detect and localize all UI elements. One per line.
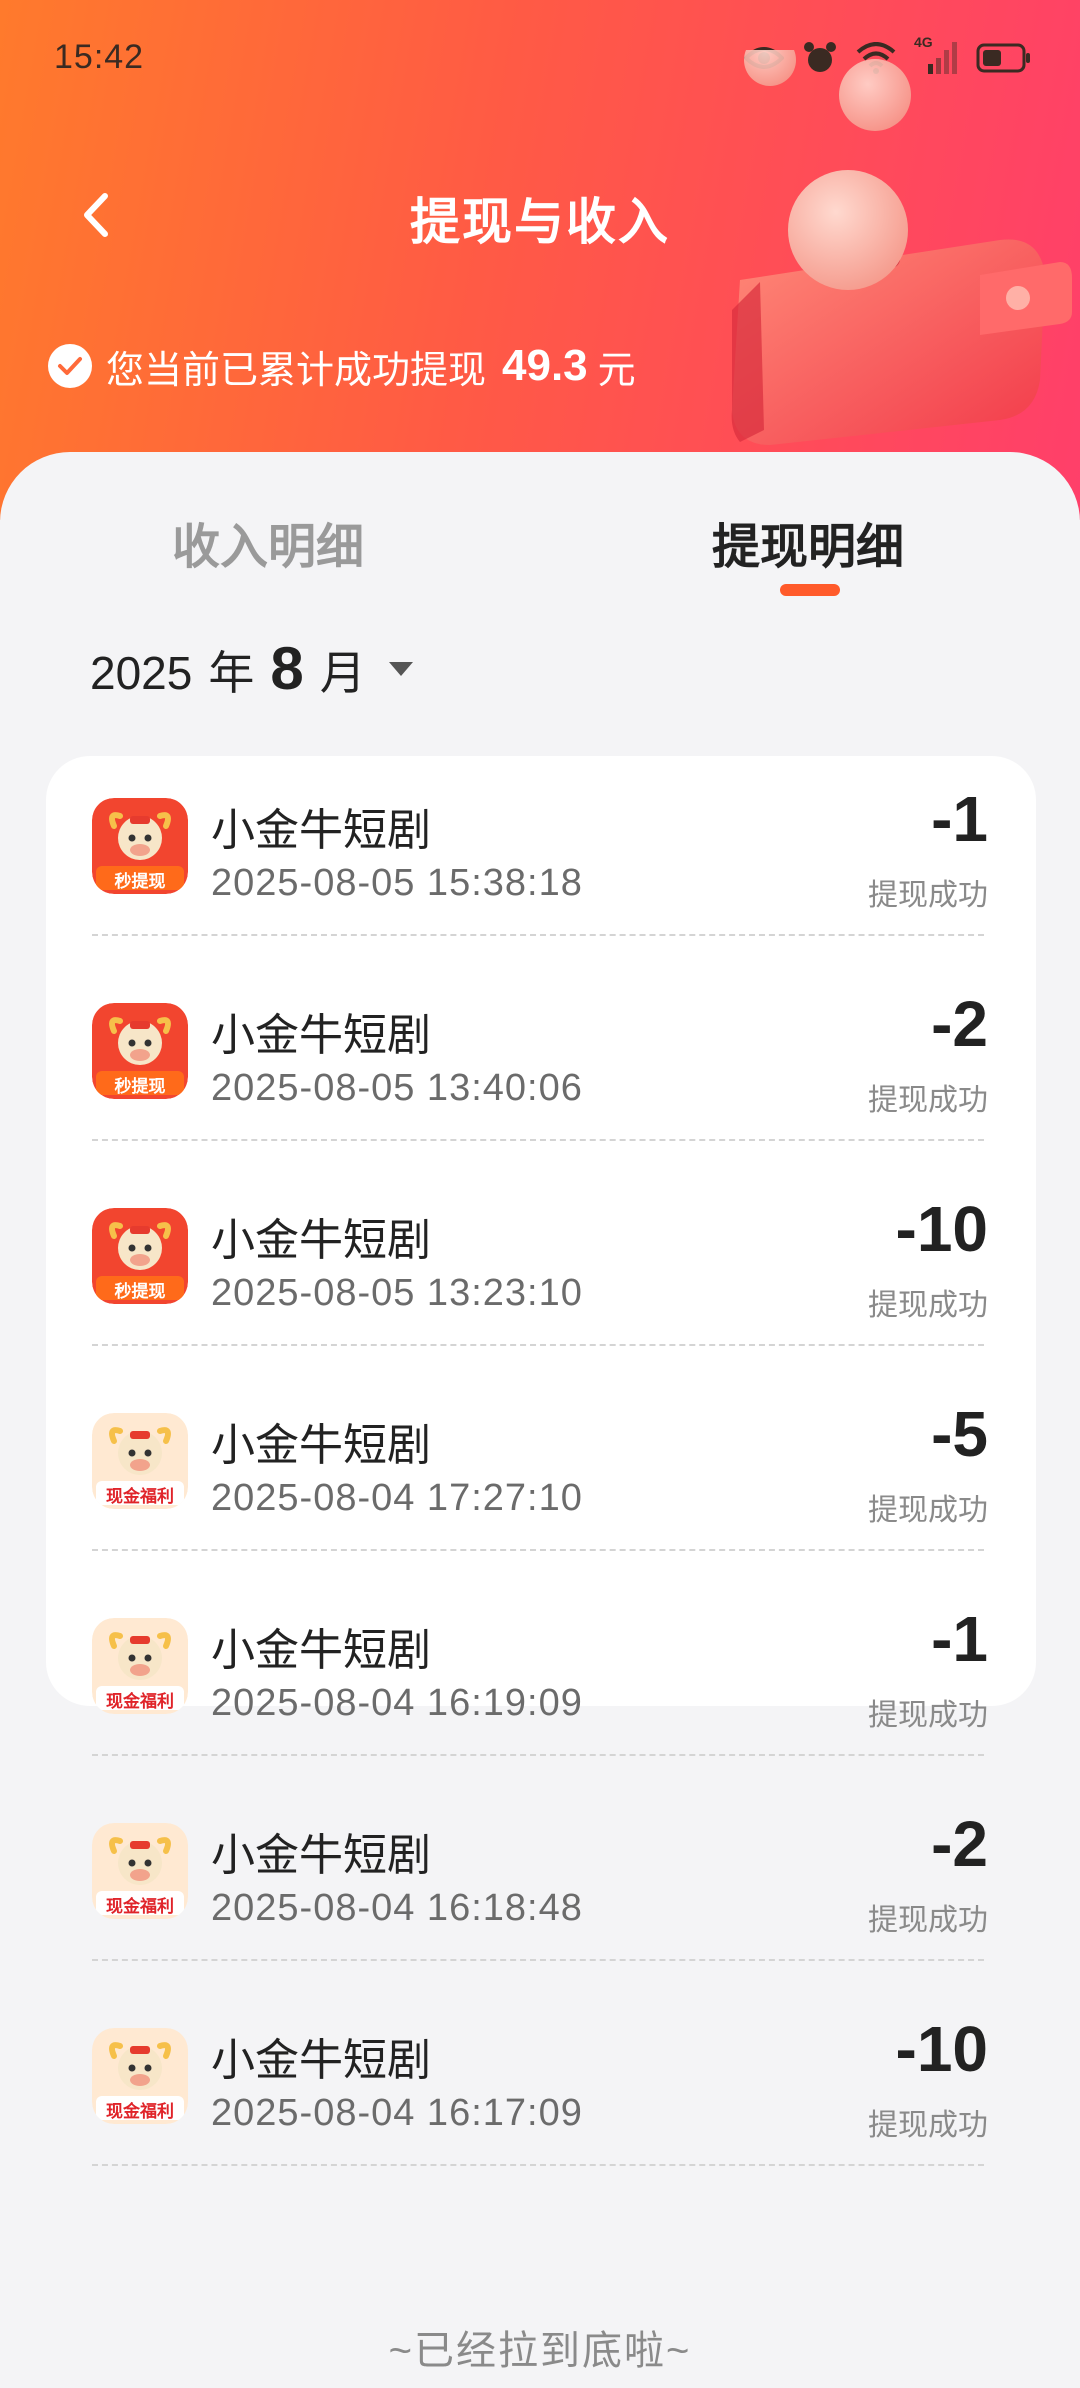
withdraw-summary: 您当前已累计成功提现 49.3 元 [48, 336, 636, 396]
divider [92, 2164, 984, 2166]
record-status: 提现成功 [868, 2109, 988, 2142]
status-time: 15:42 [54, 38, 145, 76]
record-amount: -2 [931, 988, 988, 1060]
app-logo-icon: 现金福利 [92, 2028, 188, 2124]
record-time: 2025-08-05 13:40:06 [211, 1067, 583, 1109]
summary-unit: 元 [597, 349, 636, 392]
record-status: 提现成功 [868, 1084, 988, 1117]
record-amount: -10 [895, 1193, 989, 1265]
divider [92, 934, 984, 936]
tab-withdraw-detail[interactable]: 提现明细 [712, 507, 904, 577]
record-status: 提现成功 [868, 1289, 988, 1322]
record-app-name: 小金牛短剧 [211, 1216, 431, 1265]
record-app-name: 小金牛短剧 [211, 1011, 431, 1060]
list-item[interactable]: 秒提现 小金牛短剧 2025-08-05 13:40:06 -2 提现成功 [46, 961, 1036, 1166]
record-status: 提现成功 [868, 879, 988, 912]
caret-down-icon [388, 661, 413, 676]
app-logo-icon: 秒提现 [92, 1208, 188, 1304]
record-time: 2025-08-04 16:19:09 [211, 1682, 583, 1724]
app-logo-badge-text: 秒提现 [114, 1077, 166, 1096]
list-item[interactable]: 秒提现 小金牛短剧 2025-08-05 13:23:10 -10 提现成功 [46, 1166, 1036, 1371]
record-status: 提现成功 [868, 1494, 988, 1527]
list-item[interactable]: 现金福利 小金牛短剧 2025-08-04 16:19:09 -1 提现成功 [46, 1576, 1036, 1781]
record-status: 提现成功 [868, 1904, 988, 1937]
summary-amount: 49.3 [502, 341, 588, 390]
record-amount: -1 [931, 1603, 988, 1675]
record-amount: -2 [931, 1808, 988, 1880]
list-item[interactable]: 现金福利 小金牛短剧 2025-08-04 16:17:09 -10 提现成功 [46, 1986, 1036, 2191]
record-time: 2025-08-04 16:17:09 [211, 2092, 583, 2134]
end-of-list-text: ~已经拉到底啦~ [388, 2329, 692, 2373]
record-time: 2025-08-05 13:23:10 [211, 1272, 583, 1314]
summary-text: 您当前已累计成功提现 [106, 349, 487, 392]
record-app-name: 小金牛短剧 [211, 806, 431, 855]
record-app-name: 小金牛短剧 [211, 2036, 431, 2085]
month-picker-month: 8 [270, 635, 304, 702]
divider [92, 1139, 984, 1141]
app-logo-icon: 现金福利 [92, 1618, 188, 1714]
app-logo-icon: 秒提现 [92, 1003, 188, 1099]
record-status: 提现成功 [868, 1699, 988, 1732]
header: 15:42 4G 提现与收入 您当前已累计成功提现 49.3 元 [0, 0, 1080, 520]
month-picker[interactable]: 2025 年 8 月 [90, 634, 414, 703]
divider [92, 1959, 984, 1961]
divider [92, 1754, 984, 1756]
app-logo-badge-text: 现金福利 [106, 1487, 174, 1506]
month-picker-year: 2025 [90, 647, 193, 699]
app-logo-badge-text: 现金福利 [106, 1897, 174, 1916]
app-logo-badge-text: 秒提现 [114, 1282, 166, 1301]
record-amount: -10 [895, 2013, 989, 2085]
tab-active-indicator [780, 584, 840, 596]
month-picker-month-unit: 月 [319, 647, 366, 699]
list-item[interactable]: 秒提现 小金牛短剧 2025-08-05 15:38:18 -1 提现成功 [46, 756, 1036, 961]
record-app-name: 小金牛短剧 [211, 1626, 431, 1675]
tab-bar: 收入明细 提现明细 [0, 452, 1080, 602]
tab-income-detail[interactable]: 收入明细 [172, 507, 364, 577]
record-amount: -5 [931, 1398, 988, 1470]
check-icon [48, 344, 92, 388]
record-amount: -1 [931, 783, 988, 855]
app-logo-icon: 现金福利 [92, 1413, 188, 1509]
record-time: 2025-08-04 16:18:48 [211, 1887, 583, 1929]
record-app-name: 小金牛短剧 [211, 1421, 431, 1470]
list-item[interactable]: 现金福利 小金牛短剧 2025-08-04 16:18:48 -2 提现成功 [46, 1781, 1036, 1986]
app-logo-icon: 现金福利 [92, 1823, 188, 1919]
list-item[interactable]: 现金福利 小金牛短剧 2025-08-04 17:27:10 -5 提现成功 [46, 1371, 1036, 1576]
withdraw-records-list: 秒提现 小金牛短剧 2025-08-05 15:38:18 -1 提现成功 秒提现 小金牛短… [46, 756, 1036, 2166]
divider [92, 1549, 984, 1551]
page-title: 提现与收入 [410, 194, 670, 250]
month-picker-year-unit: 年 [208, 647, 255, 699]
app-logo-badge-text: 现金福利 [106, 1692, 174, 1711]
record-time: 2025-08-04 17:27:10 [211, 1477, 583, 1519]
app-logo-badge-text: 秒提现 [114, 872, 166, 891]
content-panel: 收入明细 提现明细 2025 年 8 月 秒提现 小金牛短剧 2025-08-05 … [0, 452, 1080, 2388]
app-logo-badge-text: 现金福利 [106, 2102, 174, 2121]
record-app-name: 小金牛短剧 [211, 1831, 431, 1880]
record-time: 2025-08-05 15:38:18 [211, 862, 583, 904]
divider [92, 1344, 984, 1346]
app-logo-icon: 秒提现 [92, 798, 188, 894]
